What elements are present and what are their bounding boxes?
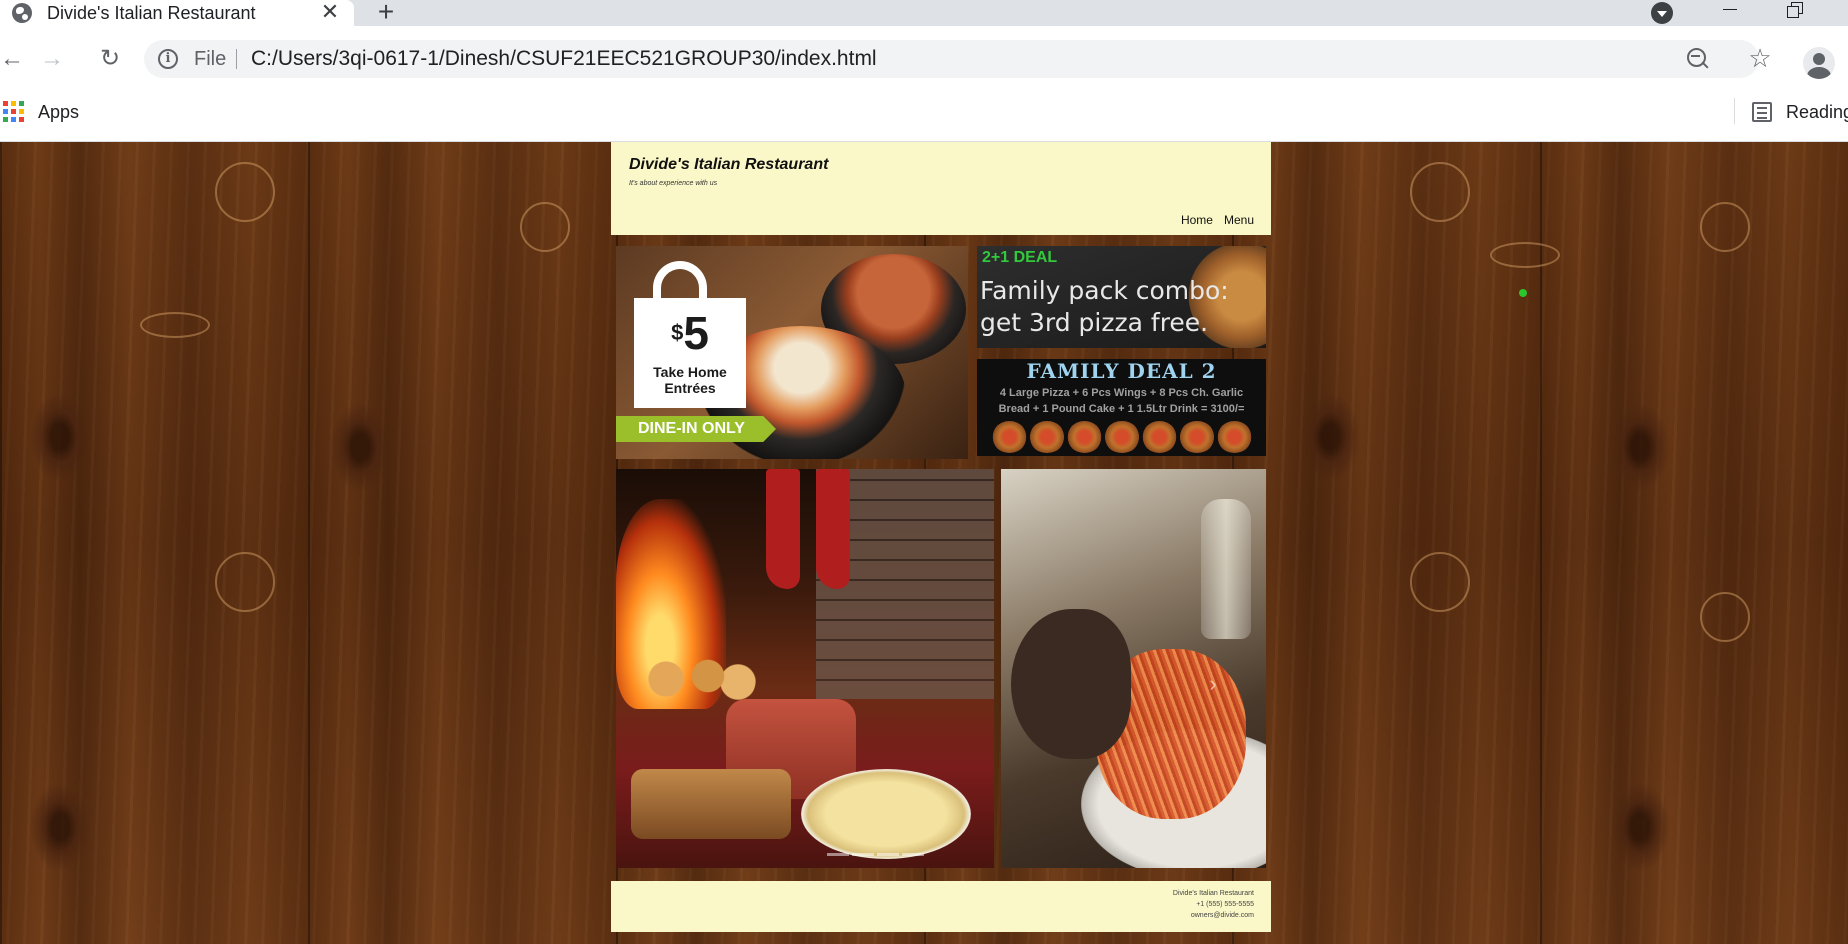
wood-knot [30, 782, 90, 872]
url-text[interactable]: C:/Users/3qi-0617-1/Dinesh/CSUF21EEC521G… [251, 47, 877, 71]
stocking-image [816, 469, 850, 589]
tab-search-icon[interactable] [1651, 2, 1673, 24]
back-button[interactable]: ← [0, 45, 26, 73]
deal-1-tag: 2+1 DEAL [982, 249, 1058, 266]
site-nav: Home Menu [1181, 213, 1254, 227]
restore-button[interactable] [1787, 2, 1803, 18]
pizza-row-image [992, 421, 1252, 453]
wood-knot [330, 402, 390, 492]
pumpkin-doodle [215, 552, 275, 612]
footer-phone: +1 (555) 555-5555 [1196, 901, 1254, 908]
promo-price: $5 [671, 307, 709, 359]
deal-1-line-2: get 3rd pizza free. [980, 308, 1209, 337]
bookmarks-divider [1734, 98, 1735, 124]
forward-button[interactable]: → [38, 45, 66, 73]
deal-2-line-1: 4 Large Pizza + 6 Pcs Wings + 8 Pcs Ch. … [999, 387, 1244, 399]
deal-2-title: FAMILY DEAL 2 [1026, 359, 1217, 383]
reading-list-button[interactable]: Reading [1786, 102, 1848, 123]
family-deal-2-promo-image: FAMILY DEAL 2 4 Large Pizza + 6 Pcs Wing… [977, 359, 1266, 456]
nav-home-link[interactable]: Home [1181, 213, 1213, 227]
site-container: Divide's Italian Restaurant It's about e… [611, 142, 1271, 932]
footer-email[interactable]: owners@divide.com [1191, 912, 1254, 919]
deal-2-line-2: Bread + 1 Pound Cake + 1 1.5Ltr Drink = … [998, 403, 1245, 415]
deal-1-promo-image: 2+1 DEAL Family pack combo: get 3rd pizz… [977, 246, 1266, 348]
globe-icon [12, 3, 32, 23]
pumpkin-doodle [1410, 552, 1470, 612]
active-tab[interactable]: Divide's Italian Restaurant ✕ [0, 0, 354, 26]
site-tagline: It's about experience with us [629, 180, 718, 187]
nav-menu-link[interactable]: Menu [1224, 213, 1254, 227]
veggie-doodle [1700, 592, 1750, 642]
promo-label: Take Home Entrées [653, 364, 727, 396]
wood-knot [1610, 402, 1670, 492]
reload-button[interactable]: ↻ [96, 45, 124, 73]
take-home-bag: $5 Take Home Entrées [634, 298, 746, 408]
spaghetti-dinner-image: › [1001, 469, 1266, 868]
site-title: Divide's Italian Restaurant [629, 156, 829, 173]
close-tab-icon[interactable]: ✕ [318, 0, 342, 24]
bookmark-star-icon[interactable]: ☆ [1747, 45, 1773, 71]
veggie-doodle [140, 312, 210, 338]
apps-grid-icon[interactable] [3, 101, 24, 122]
stocking-image [766, 469, 800, 589]
address-bar[interactable]: i File C:/Users/3qi-0617-1/Dinesh/CSUF21… [144, 40, 1759, 78]
footer-name: Divide's Italian Restaurant [1172, 890, 1254, 897]
veggie-doodle [1490, 242, 1560, 268]
zoom-minus-glyph [1691, 55, 1700, 57]
holiday-feast-image [616, 469, 994, 868]
veggie-doodle [520, 202, 570, 252]
wood-knot [1610, 782, 1670, 872]
omnibox-divider [236, 49, 237, 69]
take-home-promo-image: $5 Take Home Entrées DINE-IN ONLY [616, 246, 968, 459]
tab-title: Divide's Italian Restaurant [47, 3, 256, 23]
reading-list-icon[interactable] [1752, 102, 1772, 122]
carousel-indicators[interactable] [827, 853, 924, 856]
veggie-doodle [1700, 202, 1750, 252]
apps-bookmark[interactable]: Apps [38, 102, 79, 123]
hand-image [1011, 609, 1131, 759]
zoom-out-icon[interactable] [1686, 47, 1710, 71]
wood-knot [30, 392, 90, 482]
wood-knot [1300, 392, 1360, 482]
minimize-button[interactable] [1720, 0, 1740, 20]
tab-strip: Divide's Italian Restaurant ✕ + [0, 0, 1848, 26]
wine-glass-image [1201, 499, 1251, 639]
bookmarks-bar [0, 104, 1848, 142]
loaf-image [631, 769, 791, 839]
profile-avatar[interactable] [1803, 47, 1835, 79]
new-tab-button[interactable]: + [372, 0, 400, 26]
info-icon[interactable]: i [158, 49, 178, 69]
site-header: Divide's Italian Restaurant It's about e… [611, 142, 1271, 235]
dine-in-text: DINE-IN ONLY [638, 420, 745, 437]
browser-toolbar: ← → ↻ i File C:/Users/3qi-0617-1/Dinesh/… [0, 26, 1848, 104]
dine-in-ribbon: DINE-IN ONLY [616, 416, 776, 442]
site-footer: Divide's Italian Restaurant +1 (555) 555… [611, 881, 1271, 932]
pumpkin-doodle [1410, 162, 1470, 222]
casserole-image [801, 769, 971, 859]
scheme-label: File [194, 48, 227, 70]
carousel-next-icon[interactable]: › [1203, 669, 1223, 699]
pumpkin-doodle [215, 162, 275, 222]
cursor-dot [1519, 289, 1527, 297]
deal-1-line-1: Family pack combo: [980, 276, 1229, 305]
